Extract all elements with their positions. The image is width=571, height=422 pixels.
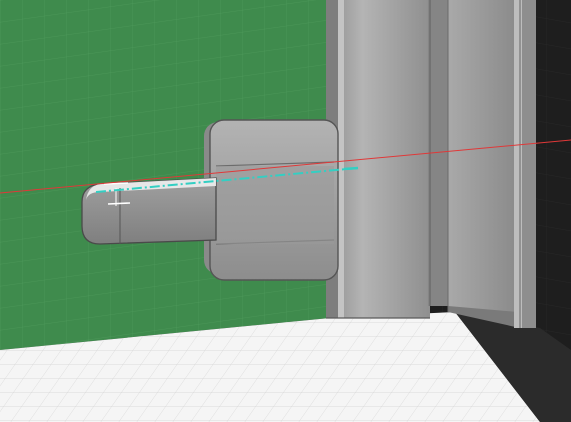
3d-viewport[interactable] xyxy=(0,0,571,422)
latch-block[interactable] xyxy=(204,119,339,281)
latch-bolt-arm[interactable] xyxy=(81,177,217,245)
door-frame-post[interactable] xyxy=(326,0,536,328)
cyan-axis-tick xyxy=(343,166,359,171)
scene-canvas[interactable] xyxy=(0,0,571,422)
